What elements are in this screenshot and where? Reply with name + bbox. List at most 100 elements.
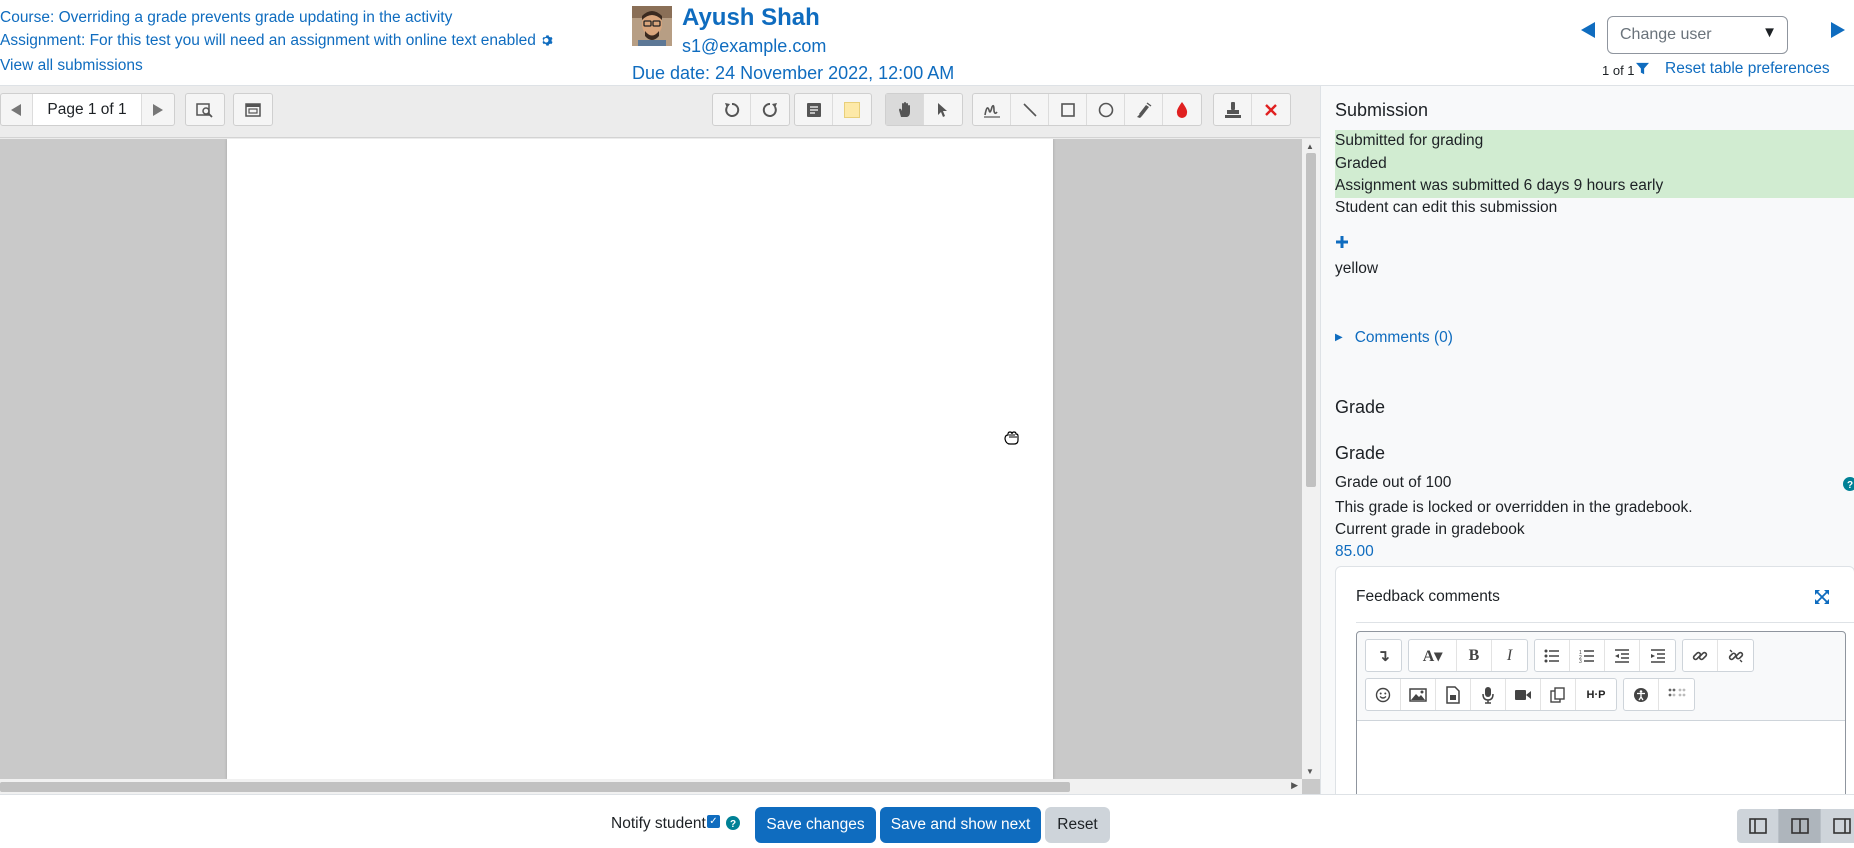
highlight-color-swatch[interactable] [833,94,871,125]
pdf-viewport[interactable] [0,139,1320,794]
vertical-scrollbar[interactable]: ▲ ▼ [1302,139,1320,779]
rotate-group [712,93,790,126]
grader-header: Course: Overriding a grade prevents grad… [0,0,1854,86]
user-count: 1 of 1 [1602,63,1635,78]
drawing-tools-group [972,93,1202,126]
save-and-show-next-button[interactable]: Save and show next [880,807,1041,843]
scroll-right-arrow-icon[interactable]: ▶ [1291,780,1298,791]
notify-student-checkbox[interactable]: ✓ [707,815,720,828]
unordered-list-icon[interactable] [1535,640,1570,671]
svg-text:?: ? [730,819,736,830]
grade-panel: Submission Submitted for grading Graded … [1320,86,1854,794]
rotate-left-icon[interactable] [713,94,751,125]
previous-page-button[interactable] [1,94,33,125]
image-icon[interactable] [1401,679,1436,710]
oval-tool-icon[interactable] [1087,94,1125,125]
user-email: s1@example.com [682,36,827,56]
gear-icon[interactable] [541,31,554,54]
status-line-submitted: Submitted for grading [1335,132,1484,149]
delete-annotation-icon[interactable] [1252,94,1290,125]
ordered-list-icon[interactable]: 123 [1570,640,1605,671]
change-user-select[interactable]: Change user ▼ [1607,16,1788,54]
grade-heading: Grade [1335,397,1386,417]
layout-toggle [1737,809,1854,843]
layout-collapse-review-panel-icon[interactable] [1821,809,1854,843]
submission-heading: Submission [1335,100,1429,120]
emoji-icon[interactable] [1366,679,1401,710]
comment-group [794,93,872,126]
unlink-icon[interactable] [1718,640,1753,671]
layout-collapse-grade-panel-icon[interactable] [1737,809,1779,843]
filter-icon[interactable] [1636,62,1649,80]
stamp-tool-icon[interactable] [1214,94,1252,125]
edit-status: Student can edit this submission [1335,199,1558,216]
toolbar-toggle-icon[interactable]: ↴ [1366,640,1401,671]
status-line-graded: Graded [1335,154,1387,172]
h5p-icon[interactable]: H·P [1576,679,1616,710]
feedback-editor: ↴ A▾ B I 123 H·P [1356,631,1846,794]
reset-button[interactable]: Reset [1045,807,1110,843]
indent-icon[interactable] [1640,640,1675,671]
reset-table-preferences-link[interactable]: Reset table preferences [1665,60,1830,78]
highlighter-tool-icon[interactable] [1125,94,1163,125]
user-name[interactable]: Ayush Shah [682,4,820,32]
manage-files-icon[interactable] [1541,679,1576,710]
assignment-link[interactable]: Assignment: For this test you will need … [0,32,536,49]
stamp-delete-group [1213,93,1291,126]
color-picker-icon[interactable] [1163,94,1201,125]
scroll-down-arrow-icon[interactable]: ▼ [1306,767,1314,776]
save-changes-button[interactable]: Save changes [755,807,876,843]
next-user-button[interactable] [1830,21,1852,45]
svg-text:?: ? [1847,480,1853,491]
caret-down-icon: ▼ [1762,24,1777,41]
rotate-right-icon[interactable] [751,94,789,125]
feedback-comments-card: Feedback comments ↴ A▾ B I 123 H·P [1335,566,1854,794]
layout-default-icon[interactable] [1779,809,1821,843]
add-plus-icon[interactable] [1335,235,1349,254]
screenreader-helper-icon[interactable] [1659,679,1694,710]
expand-collapse-icon[interactable] [234,94,272,125]
previous-user-button[interactable] [1580,21,1602,45]
notify-student-label: Notify student [611,815,706,832]
italic-icon[interactable]: I [1492,640,1527,671]
feedback-editor-content[interactable] [1357,720,1845,794]
rectangle-tool-icon[interactable] [1049,94,1087,125]
avatar[interactable] [632,6,672,46]
outdent-icon[interactable] [1605,640,1640,671]
pen-tool-icon[interactable] [973,94,1011,125]
expand-icon[interactable] [1814,589,1830,610]
submission-status-box: Submitted for grading Graded Assignment … [1335,130,1854,198]
video-camera-icon[interactable] [1506,679,1541,710]
help-icon[interactable]: ? [726,816,740,835]
hand-tool-icon[interactable] [886,94,924,125]
status-line-timing: Assignment was submitted 6 days 9 hours … [1335,177,1664,194]
scroll-up-arrow-icon[interactable]: ▲ [1306,142,1314,151]
current-grade-link[interactable]: 85.00 [1335,543,1374,561]
media-file-icon[interactable] [1436,679,1471,710]
line-tool-icon[interactable] [1011,94,1049,125]
bold-icon[interactable]: B [1457,640,1492,671]
link-icon[interactable] [1683,640,1718,671]
hand-cursor-icon [1003,430,1021,451]
view-all-submissions-link[interactable]: View all submissions [0,57,143,74]
vertical-scroll-thumb[interactable] [1306,153,1316,487]
page-select[interactable]: Page 1 of 1 [32,94,143,125]
horizontal-scrollbar[interactable]: ▶ [0,779,1302,794]
paragraph-style-icon[interactable]: A▾ [1409,640,1457,671]
comments-toggle[interactable]: ▶ Comments (0) [1335,329,1453,347]
submission-tag: yellow [1335,260,1379,277]
microphone-icon[interactable] [1471,679,1506,710]
grade-subheading: Grade [1335,443,1386,463]
accessibility-checker-icon[interactable] [1624,679,1659,710]
pdf-page[interactable] [227,139,1053,779]
select-pointer-icon[interactable] [924,94,962,125]
comment-icon[interactable] [795,94,833,125]
next-page-button[interactable] [142,94,174,125]
horizontal-scroll-thumb[interactable] [0,782,1070,792]
navigation-tools-group [885,93,963,126]
course-link[interactable]: Course: Overriding a grade prevents grad… [0,9,452,26]
annotation-toolbar: Page 1 of 1 [0,86,1320,138]
help-icon[interactable]: ? [1843,477,1854,496]
grade-locked-message: This grade is locked or overridden in th… [1335,499,1693,516]
search-comments-button[interactable] [186,94,224,125]
